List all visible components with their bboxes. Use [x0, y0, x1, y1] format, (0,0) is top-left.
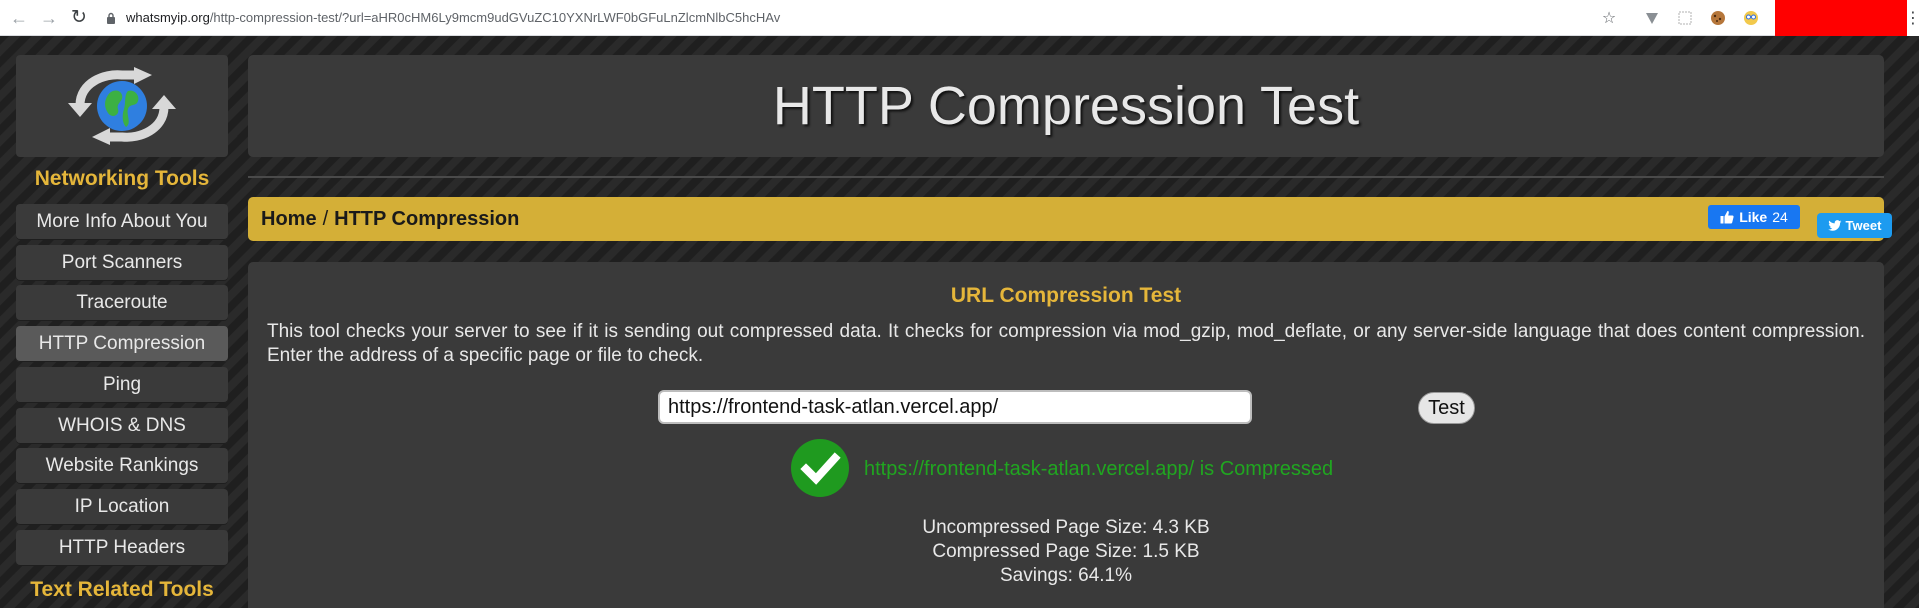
url-input[interactable] [658, 390, 1252, 424]
url-path: /http-compression-test/?url=aHR0cHM6Ly9m… [209, 10, 781, 25]
forward-icon[interactable]: → [38, 7, 60, 29]
sidebar-heading-networking: Networking Tools [34, 167, 210, 190]
sidebar-item-http-headers[interactable]: HTTP Headers [16, 530, 228, 566]
compressed-size: Compressed Page Size: 1.5 KB [932, 541, 1200, 562]
tool-panel: URL Compression Test This tool checks yo… [248, 262, 1884, 608]
like-label: Like [1739, 209, 1768, 225]
like-count: 24 [1772, 209, 1788, 225]
url-domain: whatsmyip.org [126, 10, 210, 25]
breadcrumb-home-link[interactable]: Home [261, 208, 317, 231]
breadcrumb: Home / HTTP Compression [248, 197, 1884, 241]
tweet-label: Tweet [1845, 218, 1882, 233]
section-title: URL Compression Test [950, 284, 1182, 307]
extension-vee-icon[interactable] [1643, 9, 1661, 27]
facebook-like-button[interactable]: Like 24 [1708, 205, 1800, 229]
breadcrumb-separator: / [322, 207, 329, 230]
extension-grid-icon[interactable] [1676, 9, 1694, 27]
test-button[interactable]: Test [1418, 392, 1475, 424]
lock-icon [107, 12, 115, 24]
site-logo[interactable] [16, 55, 228, 157]
owl-extension-icon[interactable] [1742, 9, 1760, 27]
redacted-profile-area [1775, 0, 1907, 36]
thumbs-up-icon [1720, 211, 1734, 224]
header-divider [248, 176, 1884, 178]
compression-result: https://frontend-task-atlan.vercel.app/ … [864, 458, 1334, 480]
sidebar-item-whois-dns[interactable]: WHOIS & DNS [16, 408, 228, 444]
address-bar[interactable]: whatsmyip.org/http-compression-test/?url… [106, 0, 780, 36]
browser-toolbar: ← → ↻ whatsmyip.org/http-compression-tes… [0, 0, 1919, 36]
globe-arrows-icon [68, 67, 176, 145]
tweet-button[interactable]: Tweet [1817, 213, 1892, 238]
cookie-icon[interactable] [1709, 9, 1727, 27]
sidebar-heading-text-tools: Text Related Tools [30, 578, 214, 601]
bookmark-star-icon[interactable]: ☆ [1600, 9, 1618, 27]
menu-kebab-icon[interactable]: ⋮ [1905, 0, 1919, 36]
page-title: HTTP Compression Test [772, 76, 1360, 136]
reload-icon[interactable]: ↻ [68, 7, 90, 29]
twitter-bird-icon [1827, 219, 1841, 231]
extension-area: ☆ [1600, 0, 1919, 36]
sidebar-item-http-compression[interactable]: HTTP Compression [16, 326, 228, 362]
sidebar-item-port-scanners[interactable]: Port Scanners [16, 245, 228, 281]
sidebar-item-ping[interactable]: Ping [16, 367, 228, 403]
back-icon[interactable]: ← [8, 7, 30, 29]
tool-description: This tool checks your server to see if i… [267, 321, 1865, 366]
uncompressed-size: Uncompressed Page Size: 4.3 KB [922, 517, 1210, 538]
check-circle-icon [791, 439, 849, 497]
breadcrumb-current: HTTP Compression [334, 207, 520, 230]
sidebar-item-traceroute[interactable]: Traceroute [16, 285, 228, 321]
size-stats: Uncompressed Page Size: 4.3 KB Compresse… [248, 516, 1884, 588]
sidebar-item-website-rankings[interactable]: Website Rankings [16, 448, 228, 484]
sidebar-item-more-info[interactable]: More Info About You [16, 204, 228, 240]
savings-percent: Savings: 64.1% [999, 565, 1133, 586]
page-header: HTTP Compression Test [248, 55, 1884, 157]
sidebar-item-ip-location[interactable]: IP Location [16, 489, 228, 525]
